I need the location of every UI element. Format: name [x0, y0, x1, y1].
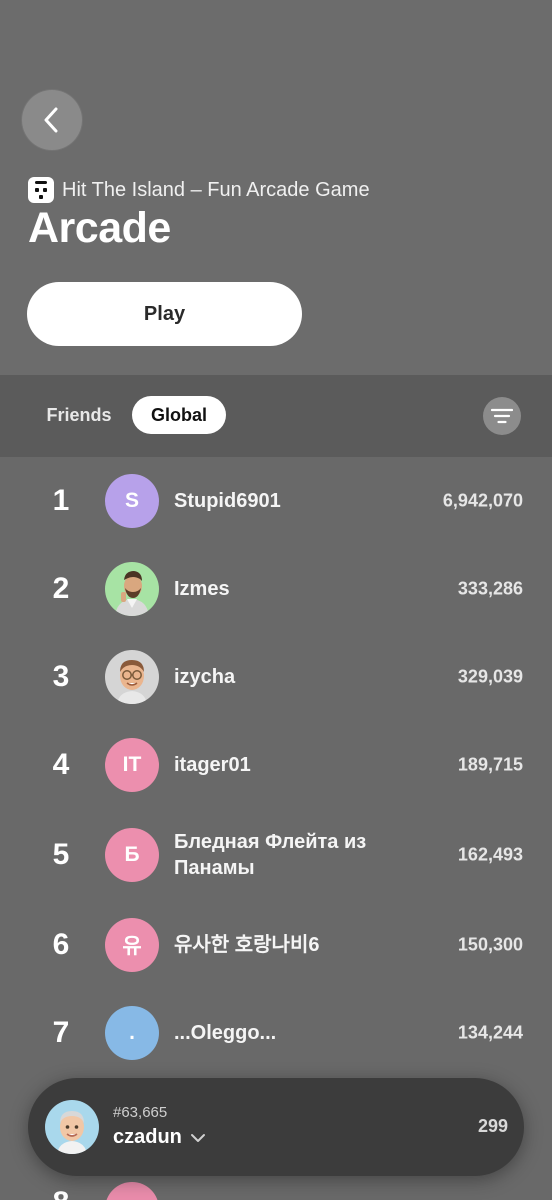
player-score: 134,244 [457, 1022, 523, 1043]
leaderboard-row[interactable]: 6 유 유사한 호랑나비6 150,300 [0, 901, 552, 989]
filter-lines-icon [491, 408, 513, 424]
avatar: 유 [105, 918, 159, 972]
player-score: 162,493 [457, 844, 523, 865]
player-name: Бледная Флейта из Панамы [174, 831, 367, 879]
player-score: 6,942,070 [442, 490, 523, 511]
leaderboard-row[interactable]: 4 IT itager01 189,715 [0, 721, 552, 809]
memoji-avatar-icon [117, 660, 147, 704]
page-title: Arcade [28, 204, 171, 252]
player-name: ...Oleggo... [174, 1022, 277, 1044]
player-name: Izmes [174, 578, 230, 600]
avatar-initial: 유 [122, 935, 142, 958]
tab-friends[interactable]: Friends [33, 396, 125, 434]
leaderboard-row[interactable]: 2 Izmes 333,286 [0, 545, 552, 633]
rank-number: 4 [52, 748, 70, 781]
avatar: S [105, 474, 159, 528]
game-title: Hit The Island – Fun Arcade Game [62, 178, 370, 201]
avatar: Б [105, 828, 159, 882]
leaderboard-row[interactable]: 5 Б Бледная Флейта из Панамы 162,493 [0, 809, 552, 901]
rank-number: 7 [52, 1016, 70, 1049]
rank-number: 3 [52, 660, 70, 693]
avatar: IT [105, 738, 159, 792]
chevron-left-icon [44, 107, 58, 133]
avatar [105, 562, 159, 616]
filter-button[interactable] [483, 397, 521, 435]
player-name-dropdown[interactable]: czadun [113, 1126, 206, 1149]
player-score: 329,039 [457, 666, 523, 687]
player-name: itager01 [174, 754, 251, 776]
player-rank: #63,665 [113, 1104, 168, 1121]
avatar-initial: S [124, 489, 139, 512]
player-score: 299 [477, 1116, 508, 1136]
rank-number: 5 [52, 838, 70, 871]
avatar-initial: Б [124, 843, 140, 866]
play-button[interactable]: Play [27, 282, 302, 346]
avatar: . [105, 1006, 159, 1060]
avatar-initial: IT [122, 753, 142, 776]
player-name: Stupid6901 [174, 490, 281, 512]
player-name: 유사한 호랑나비6 [174, 934, 320, 956]
leaderboard-row[interactable]: 7 . ...Oleggo... 134,244 [0, 989, 552, 1077]
avatar [45, 1100, 99, 1154]
avatar [105, 1182, 159, 1200]
rank-number: 6 [52, 928, 70, 961]
leaderboard-row[interactable]: 1 S Stupid6901 6,942,070 [0, 457, 552, 545]
rank-number: 2 [52, 572, 70, 605]
memoji-avatar-icon [115, 571, 149, 616]
header: Hit The Island – Fun Arcade Game Arcade … [0, 0, 552, 375]
player-name: izycha [174, 666, 236, 688]
back-button[interactable] [22, 90, 82, 150]
tab-global[interactable]: Global [132, 396, 226, 434]
game-info: Hit The Island – Fun Arcade Game [28, 176, 370, 204]
player-score: 150,300 [457, 934, 523, 955]
chevron-down-icon [190, 1133, 205, 1142]
player-score: 333,286 [457, 578, 523, 599]
game-app-icon [28, 177, 54, 203]
current-player-bar[interactable]: #63,665 czadun 299 [28, 1078, 524, 1176]
player-name: czadun [113, 1126, 182, 1148]
player-score: 189,715 [457, 754, 523, 775]
memoji-avatar-icon [57, 1111, 87, 1154]
avatar [105, 650, 159, 704]
leaderboard-row[interactable]: 3 izycha 329,039 [0, 633, 552, 721]
rank-number: 8 [36, 1186, 86, 1200]
rank-number: 1 [52, 484, 70, 517]
avatar-initial: . [129, 1021, 135, 1044]
scope-tabs: Friends Global [0, 375, 552, 457]
